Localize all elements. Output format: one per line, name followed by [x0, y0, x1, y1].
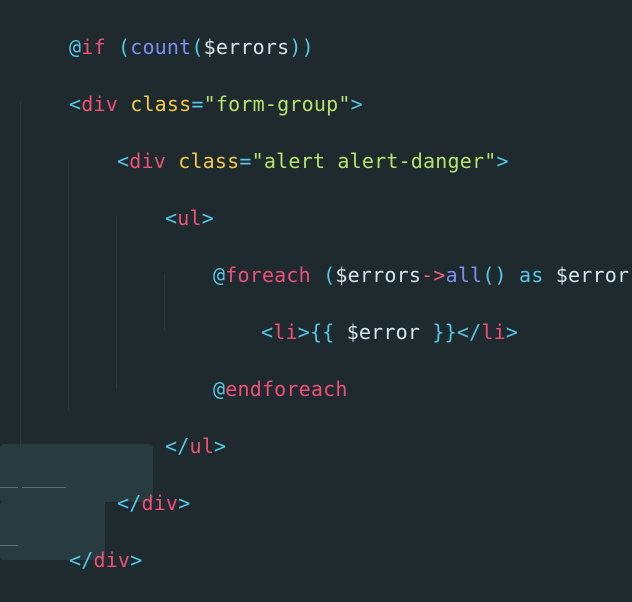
- code-line-11: @endif: [20, 572, 142, 602]
- code-line-5: @foreach ($errors->all() as $error): [164, 230, 632, 287]
- tag-bracket: <: [260, 320, 274, 344]
- paren: )): [289, 35, 314, 59]
- tag-name: ul: [189, 434, 214, 458]
- whitespace-marker: [22, 487, 66, 488]
- tag-name: div: [141, 491, 179, 515]
- whitespace-marker: [0, 545, 18, 546]
- paren: (: [117, 35, 131, 59]
- blade-keyword: endforeach: [225, 377, 348, 401]
- equals: =: [239, 149, 252, 173]
- code-line-8: </ul>: [116, 401, 226, 458]
- code-line-6: <li>{{ $error }}</li>: [212, 287, 518, 344]
- blade-at: @: [212, 377, 226, 401]
- equals: =: [191, 92, 204, 116]
- tag-name: ul: [177, 206, 202, 230]
- tag-bracket: >: [297, 320, 310, 344]
- tag-bracket: <: [116, 149, 130, 173]
- tag-bracket: >: [201, 206, 214, 230]
- blade-keyword: if: [81, 35, 106, 59]
- variable: $error: [346, 320, 421, 344]
- tag-name: div: [81, 92, 118, 116]
- echo-open: {{: [309, 320, 335, 344]
- tag-bracket: </: [68, 548, 94, 572]
- code-line-2: <div class="form-group">: [20, 59, 363, 116]
- code-line-1: @if (count($errors)): [20, 2, 314, 59]
- whitespace-marker: [0, 487, 18, 488]
- tag-bracket: >: [505, 320, 519, 344]
- function-name: count: [130, 35, 192, 59]
- code-editor[interactable]: @if (count($errors)) <div class="form-gr…: [0, 0, 632, 602]
- tag-bracket: >: [213, 434, 227, 458]
- attribute-value: "form-group": [203, 92, 351, 116]
- code-line-7: @endforeach: [164, 344, 348, 401]
- tag-bracket: </: [164, 434, 190, 458]
- tag-name: li: [273, 320, 298, 344]
- tag-bracket: </: [116, 491, 142, 515]
- paren: (: [323, 263, 336, 287]
- tag-name: div: [129, 149, 166, 173]
- code-line-4: <ul>: [116, 173, 214, 230]
- tag-bracket: </: [456, 320, 482, 344]
- method-name: all: [445, 263, 483, 287]
- blade-at: @: [212, 263, 226, 287]
- code-line-9: </div>: [68, 458, 190, 515]
- tag-name: li: [481, 320, 506, 344]
- variable: $errors: [335, 263, 422, 287]
- tag-bracket: >: [178, 491, 191, 515]
- tag-bracket: >: [130, 548, 143, 572]
- arrow-operator: ->: [421, 263, 446, 287]
- tag-bracket: <: [164, 206, 178, 230]
- attribute-value: "alert alert-danger": [251, 149, 497, 173]
- attribute-name: class: [178, 149, 240, 173]
- paren: (: [191, 35, 204, 59]
- tag-bracket: >: [350, 92, 363, 116]
- echo-close: }}: [432, 320, 457, 344]
- tag-bracket: >: [496, 149, 509, 173]
- code-line-10: </div>: [20, 515, 142, 572]
- paren: (): [482, 263, 507, 287]
- code-line-3: <div class="alert alert-danger">: [68, 116, 509, 173]
- attribute-name: class: [130, 92, 192, 116]
- blade-at: @: [68, 35, 82, 59]
- tag-bracket: <: [68, 92, 82, 116]
- as-keyword: as: [519, 263, 544, 287]
- tag-name: div: [93, 548, 131, 572]
- variable: $errors: [203, 35, 290, 59]
- blade-keyword: foreach: [225, 263, 311, 287]
- variable: $error: [555, 263, 630, 287]
